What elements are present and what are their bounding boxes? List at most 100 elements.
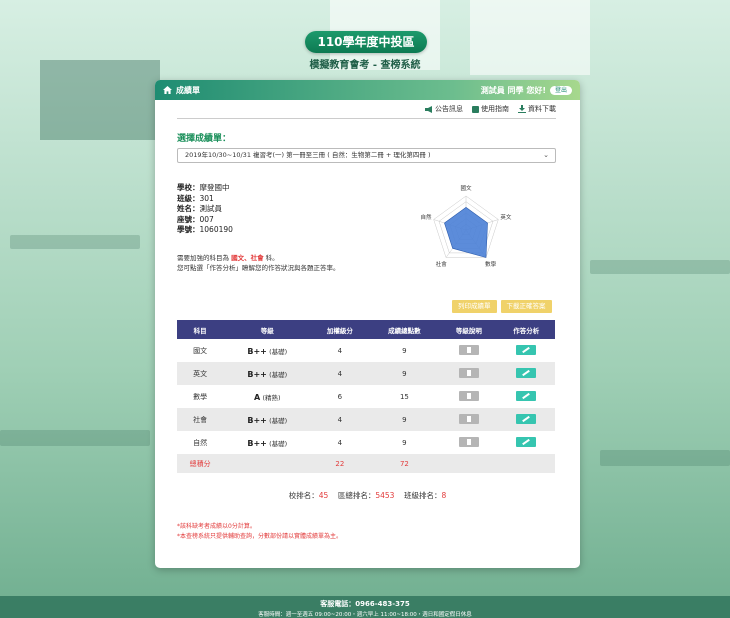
- weighted-cell: 4: [311, 408, 369, 431]
- logout-button[interactable]: 登出: [549, 85, 572, 95]
- background-desk: [590, 260, 730, 274]
- grade-description-button[interactable]: [458, 390, 479, 401]
- grade-cell: B++ (基礎): [223, 431, 312, 454]
- total-empty-cell: [497, 454, 555, 473]
- radar-axis-label: 自然: [421, 213, 433, 221]
- points-cell: 9: [368, 431, 441, 454]
- analysis-cell: [497, 362, 555, 385]
- analysis-cell: [497, 385, 555, 408]
- service-hours: 客服時間：週一至週五 09:00~20:00・週六早上 11:00~18:00・…: [258, 612, 472, 618]
- region-rank-value: 5453: [375, 491, 395, 500]
- grade-desc-cell: [440, 339, 498, 362]
- seat-row: 座號：007: [177, 215, 233, 226]
- background-desk: [600, 450, 730, 466]
- subject-cell: 自然: [177, 431, 224, 454]
- weighted-cell: 6: [311, 385, 369, 408]
- analysis-cell: [497, 339, 555, 362]
- score-table: 科目 等級 加權級分 成績總點數 等級說明 作答分析 國文 B++ (基礎) 4…: [177, 320, 555, 473]
- grade-desc-cell: [440, 431, 498, 454]
- name-value: 測試員: [199, 204, 223, 213]
- grade-description-button[interactable]: [458, 367, 479, 378]
- footnote-1: *該科缺考者成績以0分計算。: [177, 523, 256, 530]
- advice-prefix: 需要加強的科目為: [177, 254, 229, 262]
- home-icon: [163, 86, 172, 94]
- name-row: 姓名：測試員: [177, 204, 233, 215]
- advice-text: 需要加強的科目為 國文、社會 科。 您可點選「作答分析」瞭解您的作答狀況與各題正…: [177, 253, 340, 273]
- total-weighted: 22: [311, 454, 369, 473]
- answer-analysis-button[interactable]: [516, 344, 537, 355]
- page-footer: 客服電話：0966-483-375 客服時間：週一至週五 09:00~20:00…: [0, 596, 730, 618]
- home-link[interactable]: 成績單: [163, 85, 200, 96]
- table-row: 英文 B++ (基礎) 4 9: [177, 362, 555, 385]
- chevron-down-icon: ⌄: [543, 151, 549, 159]
- class-row: 班級：301: [177, 194, 233, 205]
- weighted-cell: 4: [311, 362, 369, 385]
- advice-line-1: 需要加強的科目為 國文、社會 科。: [177, 253, 340, 263]
- total-row: 總積分 22 72: [177, 454, 555, 473]
- download-label: 資料下載: [528, 105, 556, 113]
- answer-analysis-button[interactable]: [516, 367, 537, 378]
- grade-description-button[interactable]: [458, 436, 479, 447]
- grade-desc-cell: [440, 385, 498, 408]
- column-header: 等級說明: [440, 320, 498, 339]
- radar-axis-label: 數學: [485, 260, 497, 268]
- service-phone: 客服電話：0966-483-375: [320, 600, 410, 608]
- table-row: 自然 B++ (基礎) 4 9: [177, 431, 555, 454]
- announcement-link[interactable]: 公告訊息: [425, 104, 463, 114]
- total-points: 72: [368, 454, 441, 473]
- footnote-2: *本查榜系統只提供輔助查詢，分數部份請以實體成績單為主。: [177, 533, 343, 540]
- subject-cell: 社會: [177, 408, 224, 431]
- action-buttons: 列印成績單 下載正確答案: [452, 300, 552, 313]
- ranking-line: 校排名：45 區總排名：5453 班級排名：8: [155, 490, 580, 501]
- grade-note: (精熟): [262, 393, 281, 402]
- guide-label: 使用指南: [481, 105, 509, 113]
- download-answers-button[interactable]: 下載正確答案: [500, 300, 552, 313]
- download-link[interactable]: 資料下載: [518, 104, 556, 114]
- grade-description-button[interactable]: [458, 344, 479, 355]
- toolbar-divider: [177, 118, 556, 119]
- weak-subjects: 國文、社會: [231, 254, 264, 262]
- total-label: 總積分: [177, 454, 224, 473]
- select-report-label: 選擇成績單：: [177, 134, 232, 144]
- grade-note: (基礎): [269, 416, 288, 425]
- school-value: 摩登國中: [199, 183, 230, 192]
- analysis-cell: [497, 408, 555, 431]
- answer-analysis-button[interactable]: [516, 436, 537, 447]
- grade-description-button[interactable]: [458, 413, 479, 424]
- student-info: 學校：摩登國中 班級：301 姓名：測試員 座號：007 學號：1060190: [177, 183, 233, 236]
- answer-analysis-button[interactable]: [516, 390, 537, 401]
- grade-cell: A (精熟): [223, 385, 312, 408]
- radar-axis-label: 社會: [436, 260, 448, 268]
- region-rank-label: 區總排名：: [337, 491, 376, 500]
- advice-suffix: 科。: [265, 254, 279, 262]
- table-row: 社會 B++ (基礎) 4 9: [177, 408, 555, 431]
- grade-value: B++: [247, 369, 267, 379]
- total-empty-cell: [440, 454, 498, 473]
- download-icon: [518, 105, 526, 113]
- answer-analysis-button[interactable]: [516, 413, 537, 424]
- grade-note: (基礎): [269, 347, 288, 356]
- radar-axis-label: 國文: [460, 184, 472, 192]
- grade-note: (基礎): [269, 370, 288, 379]
- home-label: 成績單: [176, 85, 200, 95]
- subject-cell: 英文: [177, 362, 224, 385]
- report-select[interactable]: 2019年10/30~10/31 複習考(一) 第一冊至三冊 ( 自然：生物第二…: [177, 148, 556, 163]
- grade-value: B++: [247, 438, 267, 448]
- points-cell: 9: [368, 362, 441, 385]
- points-cell: 15: [368, 385, 441, 408]
- points-cell: 9: [368, 408, 441, 431]
- class-rank-label: 班級排名：: [403, 491, 442, 500]
- subject-cell: 數學: [177, 385, 224, 408]
- table-row: 數學 A (精熟) 6 15: [177, 385, 555, 408]
- column-header: 成績總點數: [368, 320, 441, 339]
- grade-desc-cell: [440, 362, 498, 385]
- guide-link[interactable]: 使用指南: [472, 104, 509, 114]
- school-rank-label: 校排名：: [288, 491, 319, 500]
- background-desk: [0, 430, 150, 446]
- points-cell: 9: [368, 339, 441, 362]
- grade-value: B++: [247, 346, 267, 356]
- column-header: 作答分析: [497, 320, 555, 339]
- student-id-value: 1060190: [199, 225, 233, 234]
- name-label: 姓名：: [177, 204, 200, 213]
- print-button[interactable]: 列印成績單: [452, 300, 497, 313]
